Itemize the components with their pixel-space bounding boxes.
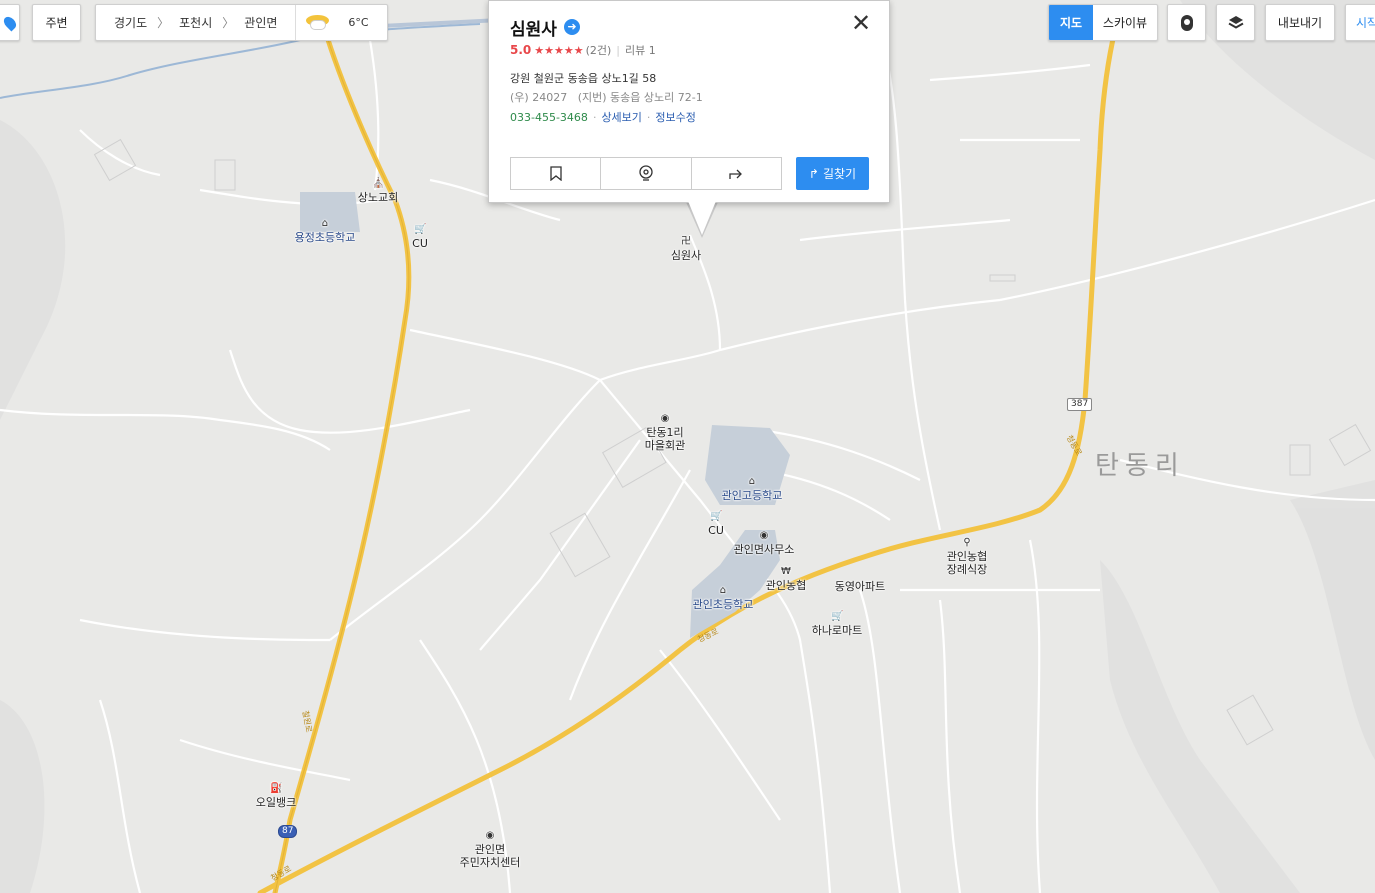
poi-label: 관인초등학교 [692, 598, 754, 611]
point-icon: ◉ [660, 413, 670, 424]
start-button[interactable]: 시작 [1345, 4, 1375, 41]
rating-count: (2건) [585, 44, 612, 57]
road-shield-87: 87 [278, 825, 298, 838]
chevron-right-icon: 〉 [222, 16, 235, 30]
poi-label: 용정초등학교 [294, 231, 356, 244]
arrow-right-icon[interactable]: ➜ [564, 19, 580, 35]
directions-tab-button[interactable]: 출 [0, 4, 20, 41]
card-action-bar [510, 157, 782, 190]
won-icon: ₩ [781, 566, 791, 577]
share-button[interactable] [692, 158, 781, 189]
poi-label: 오일뱅크 [255, 796, 297, 809]
directions-tab-label: 출 [0, 18, 6, 31]
church-icon: ⛪ [371, 178, 385, 189]
chevron-right-icon: 〉 [157, 16, 170, 30]
poi-school[interactable]: ⌂ 관인초등학교 [693, 585, 754, 611]
rating-row: 5.0 ★★★★★ (2건) | 리뷰 1 [510, 42, 656, 58]
breadcrumb-item[interactable]: 관인면 [238, 14, 295, 31]
poi-label: 탄동1리 마을회관 [644, 426, 686, 452]
pin-icon: ⚲ [963, 537, 971, 548]
separator-dot: · [646, 110, 651, 124]
route-label: 길찾기 [822, 167, 857, 181]
route-icon: ↱ [808, 166, 819, 181]
layers-button[interactable] [1216, 4, 1255, 41]
weather-temperature: 6°C [348, 16, 369, 29]
poi-label: 관인면 주민자치센터 [459, 843, 521, 869]
nearby-button[interactable]: 주변 [32, 4, 81, 41]
place-info-card: 심원사 ➜ ✕ 5.0 ★★★★★ (2건) | 리뷰 1 강원 철원군 동송읍… [488, 0, 890, 203]
postal-code: (우) 24027 [510, 91, 568, 104]
location-button[interactable] [1167, 4, 1206, 41]
poi-label: 동영아파트 [834, 580, 886, 593]
location-pin-icon [1180, 14, 1193, 31]
jibun-label: (지번) [577, 91, 607, 104]
edit-info-link[interactable]: 정보수정 [655, 109, 695, 125]
poi-label: 관인고등학교 [721, 489, 783, 502]
close-icon[interactable]: ✕ [851, 11, 871, 35]
star-icons: ★★★★★ [534, 43, 584, 57]
postal-address: (우) 24027 (지번) 동송읍 상노리 72-1 [510, 89, 703, 105]
place-title[interactable]: 심원사 [510, 15, 557, 40]
poi-mart[interactable]: 🛒 하나로마트 [812, 611, 863, 637]
poi-label: 하나로마트 [811, 624, 863, 637]
poi-church[interactable]: ⛪ 상노교회 [358, 178, 398, 204]
bookmark-icon [550, 166, 562, 181]
poi-label: 관인농협 장례식장 [946, 550, 988, 576]
breadcrumb: 경기도 〉 포천시 〉 관인면 6°C [95, 4, 388, 41]
cart-icon: 🛒 [709, 511, 723, 522]
map-type-map-button[interactable]: 지도 [1049, 5, 1093, 40]
detail-link[interactable]: 상세보기 [601, 109, 641, 125]
poi-school[interactable]: ⌂ 관인고등학교 [722, 476, 783, 502]
cart-icon: 🛒 [830, 611, 844, 622]
poi-convenience-store[interactable]: 🛒 CU [708, 511, 724, 537]
map-type-toggle: 지도 스카이뷰 [1048, 4, 1158, 41]
contact-links: 033-455-3468 · 상세보기 · 정보수정 [510, 109, 696, 125]
card-tail-fill [688, 201, 716, 235]
bookmark-button[interactable] [511, 158, 602, 189]
poi-apartment[interactable]: 동영아파트 [835, 580, 886, 593]
poi-label: CU [412, 237, 428, 250]
poi-label: 심원사 [670, 249, 702, 262]
poi-funeral-hall[interactable]: ⚲ 관인농협 장례식장 [947, 511, 987, 576]
poi-village-hall[interactable]: ◉ 탄동1리 마을회관 [645, 387, 685, 452]
point-icon: ◉ [759, 530, 769, 541]
poi-label: 상노교회 [357, 191, 399, 204]
roadview-icon [639, 164, 653, 181]
point-icon: ◉ [485, 830, 495, 841]
poi-township-office[interactable]: ◉ 관인면사무소 [734, 530, 795, 556]
rating-score: 5.0 [510, 43, 532, 57]
separator-dot: · [592, 110, 597, 124]
poi-bank[interactable]: ₩ 관인농협 [766, 566, 806, 592]
school-icon: ⌂ [321, 218, 329, 229]
weather-widget[interactable]: 6°C [295, 5, 386, 40]
map-type-skyview-button[interactable]: 스카이뷰 [1093, 5, 1157, 40]
gas-station-icon: ⛽ [269, 783, 283, 794]
poi-temple-selected[interactable]: 卍 심원사 [671, 236, 701, 262]
school-icon: ⌂ [719, 585, 727, 596]
partly-cloudy-icon [306, 14, 338, 31]
poi-gas-station[interactable]: ⛽ 오일뱅크 [256, 783, 296, 809]
poi-school[interactable]: ⌂ 용정초등학교 [295, 218, 356, 244]
cart-icon: 🛒 [413, 224, 427, 235]
area-label-tandong-ri: 탄동리 [1095, 451, 1185, 481]
road-shield-387: 387 [1067, 398, 1093, 411]
poi-community-center[interactable]: ◉ 관인면 주민자치센터 [460, 804, 521, 869]
roadview-button[interactable] [601, 158, 692, 189]
breadcrumb-item[interactable]: 경기도 [96, 14, 153, 31]
road-address: 강원 철원군 동송읍 상노1길 58 [510, 72, 657, 85]
poi-label: CU [708, 524, 724, 537]
poi-label: 관인면사무소 [733, 543, 795, 556]
breadcrumb-item[interactable]: 포천시 [173, 14, 218, 31]
layers-icon [1228, 15, 1243, 29]
share-icon [729, 169, 743, 179]
jibun-address: 동송읍 상노리 72-1 [610, 91, 703, 104]
review-link[interactable]: 리뷰 1 [625, 42, 656, 58]
route-button[interactable]: ↱ 길찾기 [796, 157, 869, 190]
poi-convenience-store[interactable]: 🛒 CU [412, 224, 428, 250]
school-icon: ⌂ [748, 476, 756, 487]
poi-label: 관인농협 [765, 579, 807, 592]
divider: | [616, 43, 620, 57]
phone-number[interactable]: 033-455-3468 [510, 111, 588, 124]
export-button[interactable]: 내보내기 [1265, 4, 1335, 41]
